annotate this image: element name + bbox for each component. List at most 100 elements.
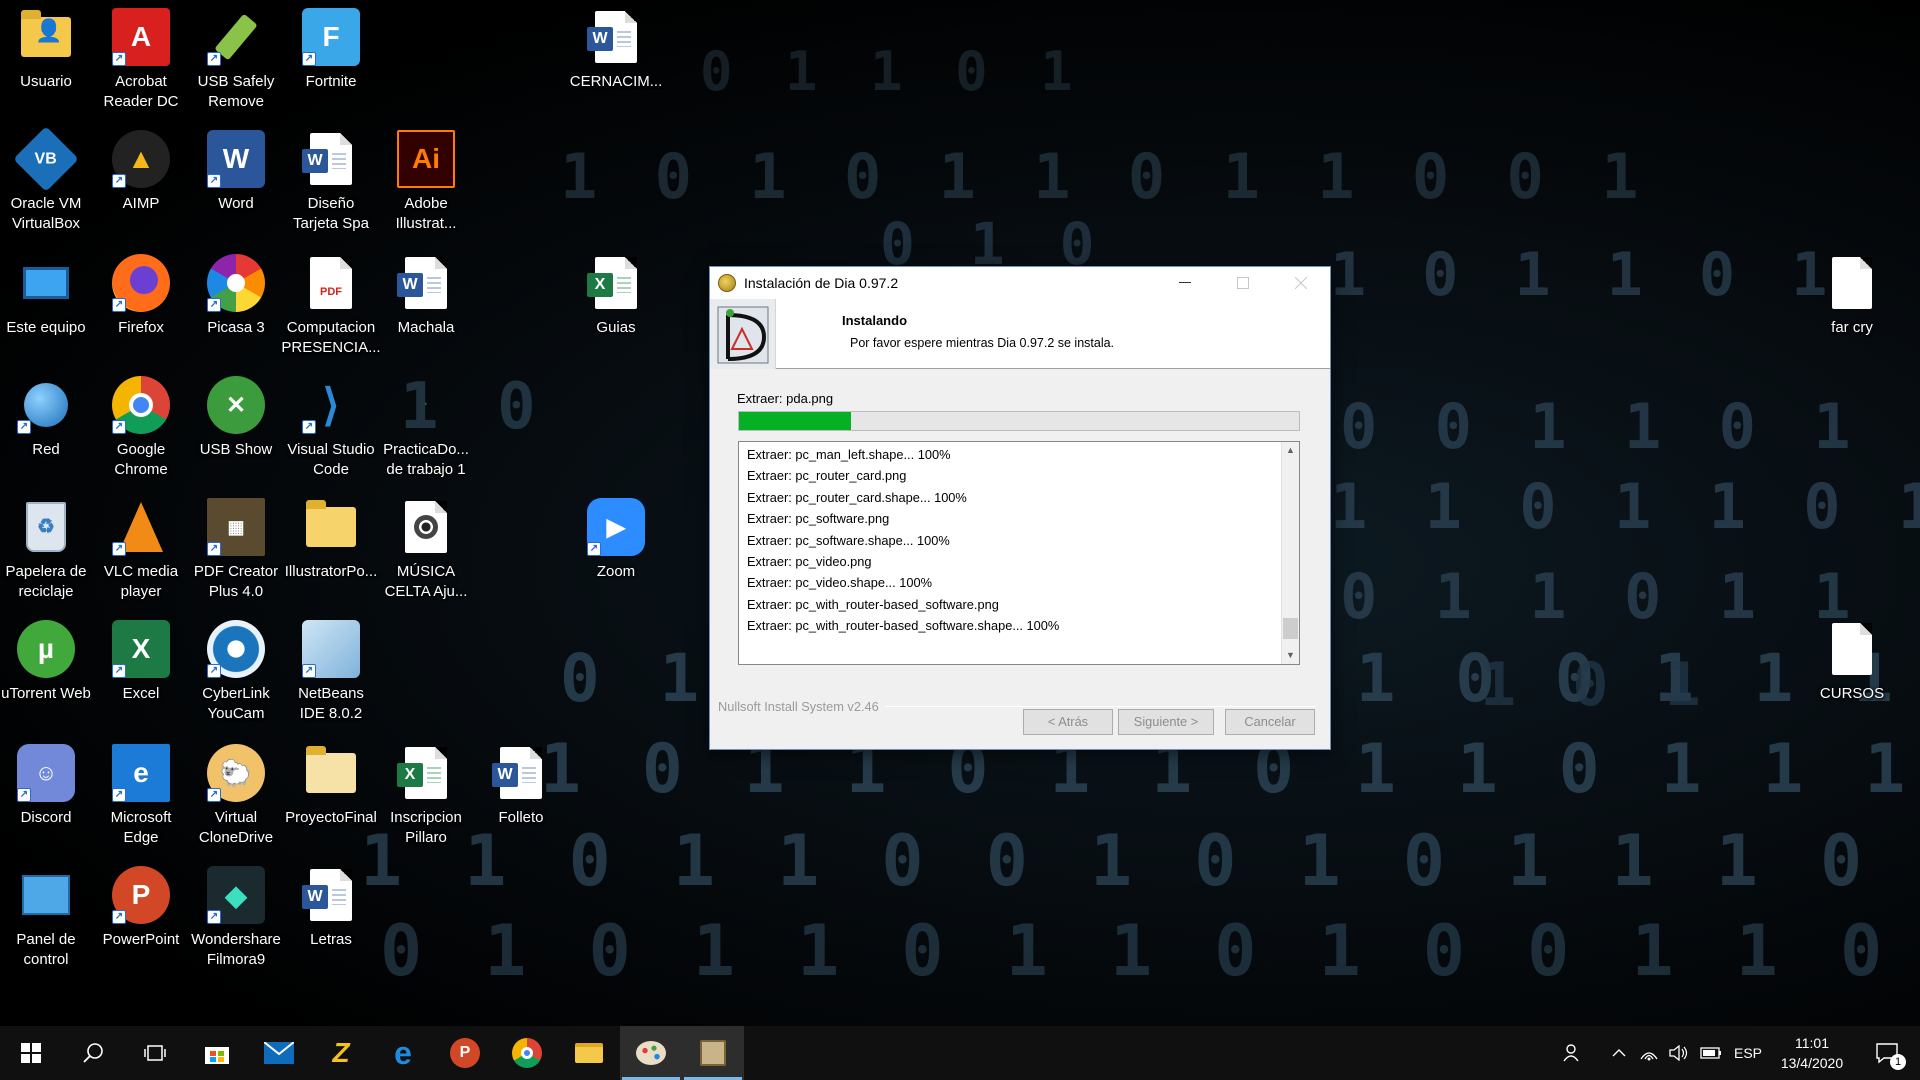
desktop-icon-papelera[interactable]: ♻ Papelera de reciclaje (0, 498, 92, 602)
desktop-icon-cernacim[interactable]: W CERNACIM... (570, 8, 662, 92)
taskbar-edge[interactable]: e (372, 1026, 434, 1080)
show-hidden-icons-button[interactable] (1604, 1026, 1634, 1080)
maximize-button[interactable] (1214, 267, 1272, 299)
log-line: Extraer: pc_man_left.shape... 100% (747, 447, 951, 462)
log-scrollbar[interactable]: ▲ ▼ (1281, 442, 1299, 664)
scroll-up-arrow-icon[interactable]: ▲ (1282, 442, 1299, 459)
close-button[interactable] (1272, 267, 1330, 299)
desktop-icon-proyectofinal[interactable]: ProyectoFinal (285, 744, 377, 828)
desktop-icon-este-equipo[interactable]: Este equipo (0, 254, 92, 338)
taskbar-paint[interactable] (620, 1026, 682, 1080)
mail-icon (264, 1042, 294, 1064)
installer-window[interactable]: Instalación de Dia 0.97.2 Instalando Por… (709, 266, 1331, 750)
desktop-icon-clonedrive[interactable]: 🐑 ↗ Virtual CloneDrive (190, 744, 282, 848)
desktop-icon-utorrent[interactable]: µ uTorrent Web (0, 620, 92, 704)
log-line: Extraer: pc_video.png (747, 554, 872, 570)
taskbar-file-explorer[interactable] (558, 1026, 620, 1080)
taskbar-mail[interactable] (248, 1026, 310, 1080)
next-button[interactable]: Siguiente > (1118, 709, 1214, 735)
word-document-icon: W (302, 866, 360, 924)
vlc-icon: ↗ (112, 498, 170, 556)
pdf-document-icon: PDF (302, 254, 360, 312)
fortnite-icon: F ↗ (302, 8, 360, 66)
desktop-icon-letras[interactable]: W Letras (285, 866, 377, 950)
installer-body: Extraer: pda.png Extraer: pc_man_left.sh… (710, 369, 1330, 749)
folder-icon (575, 1043, 603, 1063)
desktop-icon-fortnite[interactable]: F ↗ Fortnite (285, 8, 377, 92)
task-view-button[interactable] (124, 1026, 186, 1080)
desktop-icon-vscode[interactable]: ⟩ ↗ Visual Studio Code (285, 376, 377, 480)
back-button[interactable]: < Atrás (1023, 709, 1113, 735)
desktop-icon-netbeans[interactable]: ↗ NetBeans IDE 8.0.2 (285, 620, 377, 724)
computer-icon (17, 254, 75, 312)
action-center-button[interactable]: 1 (1862, 1026, 1912, 1080)
desktop-icon-edge[interactable]: e ↗ Microsoft Edge (95, 744, 187, 848)
desktop-icon-panel-control[interactable]: Panel de control (0, 866, 92, 970)
desktop-icon-picasa[interactable]: ↗ Picasa 3 (190, 254, 282, 338)
desktop-icon-pdf-creator[interactable]: ▦ ↗ PDF Creator Plus 4.0 (190, 498, 282, 602)
desktop-icon-powerpoint[interactable]: P ↗ PowerPoint (95, 866, 187, 950)
speaker-icon (1669, 1045, 1688, 1061)
desktop-icon-red[interactable]: ↗ Red (0, 376, 92, 460)
windows-logo-icon (21, 1043, 41, 1063)
input-language-button[interactable]: ESP (1730, 1026, 1766, 1080)
edge-icon: e (394, 1034, 412, 1071)
search-button[interactable] (62, 1026, 124, 1080)
desktop-icon-illustrator[interactable]: Ai Adobe Illustrat... (380, 130, 472, 234)
word-document-icon: W (302, 130, 360, 188)
store-icon (205, 1047, 229, 1064)
desktop-icon-word[interactable]: W ↗ Word (190, 130, 282, 214)
word-document-icon: W (397, 254, 455, 312)
desktop-icon-discord[interactable]: ☺ ↗ Discord (0, 744, 92, 828)
desktop-icon-practica[interactable]: · PracticaDo... de trabajo 1 (380, 376, 472, 480)
desktop-icon-virtualbox[interactable]: VB Oracle VM VirtualBox (0, 126, 92, 234)
battery-button[interactable] (1696, 1026, 1726, 1080)
progress-fill (739, 412, 851, 430)
taskbar-installer[interactable] (682, 1026, 744, 1080)
installer-titlebar[interactable]: Instalación de Dia 0.97.2 (710, 267, 1330, 299)
desktop-icon-usb-show[interactable]: ✕ USB Show (190, 376, 282, 460)
desktop-icon-chrome[interactable]: ↗ Google Chrome (95, 376, 187, 480)
taskbar-chrome[interactable] (496, 1026, 558, 1080)
cancel-button[interactable]: Cancelar (1225, 709, 1315, 735)
volume-button[interactable] (1664, 1026, 1694, 1080)
install-log-list[interactable]: Extraer: pc_man_left.shape... 100% Extrae… (738, 441, 1300, 665)
desktop-icon-guias[interactable]: X Guias (570, 254, 662, 338)
desktop-icon-zoom[interactable]: ▶ ↗ Zoom (570, 498, 662, 582)
word-document-icon: W (587, 8, 645, 66)
branding-divider (884, 706, 1316, 707)
scroll-down-arrow-icon[interactable]: ▼ (1282, 647, 1299, 664)
minimize-button[interactable] (1156, 267, 1214, 299)
firefox-icon: ↗ (112, 254, 170, 312)
control-panel-icon (17, 866, 75, 924)
nsis-branding: Nullsoft Install System v2.46 (718, 699, 879, 714)
desktop-icon-usuario[interactable]: 👤 Usuario (0, 8, 92, 92)
wifi-icon (1640, 1052, 1658, 1061)
taskbar-store[interactable] (186, 1026, 248, 1080)
scroll-thumb[interactable] (1283, 618, 1298, 639)
practica-icon: · (423, 396, 429, 413)
taskbar-powerpoint[interactable]: P (434, 1026, 496, 1080)
desktop-icon-youcam[interactable]: ↗ CyberLink YouCam (190, 620, 282, 724)
desktop-icon-firefox[interactable]: ↗ Firefox (95, 254, 187, 338)
desktop-icon-folleto[interactable]: W Folleto (475, 744, 567, 828)
desktop-icon-diseno-tarjeta[interactable]: W Diseño Tarjeta Spa (285, 130, 377, 234)
desktop-icon-far-cry[interactable]: far cry (1806, 254, 1898, 338)
desktop-icon-filmora[interactable]: ◆ ↗ Wondershare Filmora9 (190, 866, 282, 970)
people-button[interactable] (1556, 1026, 1590, 1080)
desktop-icon-usb-safely-remove[interactable]: ↗ USB Safely Remove (190, 8, 282, 112)
start-button[interactable] (0, 1026, 62, 1080)
desktop-icon-vlc[interactable]: ↗ VLC media player (95, 498, 187, 602)
desktop-icon-excel[interactable]: X ↗ Excel (95, 620, 187, 704)
clock-button[interactable]: 11:01 13/4/2020 (1770, 1026, 1854, 1080)
desktop-icon-cursos[interactable]: CURSOS (1806, 620, 1898, 704)
desktop-icon-inscripcion[interactable]: X Inscripcion Pillaro (380, 744, 472, 848)
network-status-button[interactable] (1636, 1026, 1662, 1080)
desktop-icon-illustratorpo[interactable]: IllustratorPo... (285, 498, 377, 582)
desktop-icon-machala[interactable]: W Machala (380, 254, 472, 338)
taskbar-z-app[interactable]: Z (310, 1026, 372, 1080)
desktop-icon-aimp[interactable]: ▲ ↗ AIMP (95, 130, 187, 214)
desktop-icon-computacion[interactable]: PDF Computacion PRESENCIA... (281, 254, 381, 358)
desktop-icon-musica-celta[interactable]: MÚSICA CELTA Aju... (380, 498, 472, 602)
desktop-icon-acrobat[interactable]: A ↗ Acrobat Reader DC (95, 8, 187, 112)
